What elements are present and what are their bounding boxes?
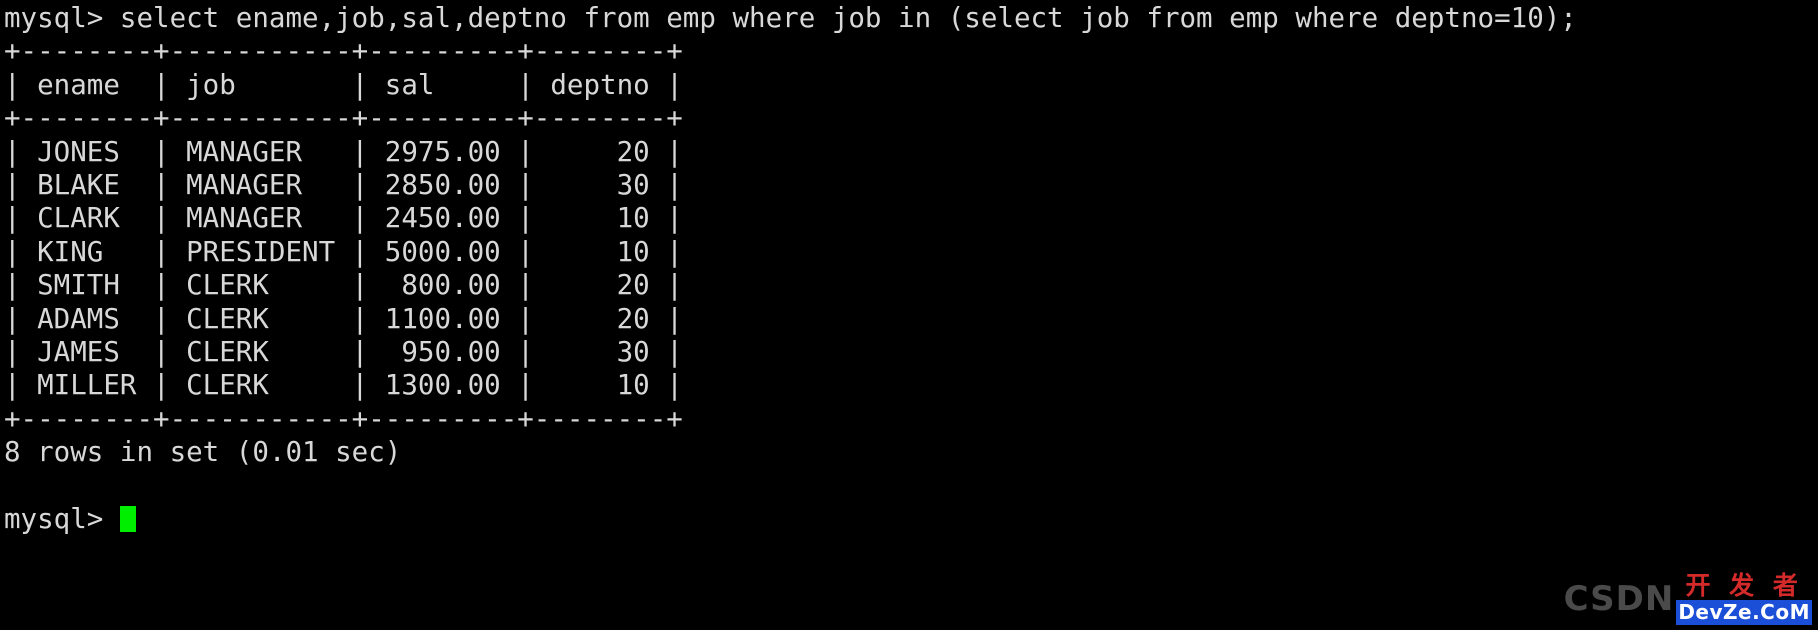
watermark-logo: 开 发 者 DevZe.CoM [1676, 571, 1812, 625]
table-row: | JONES | MANAGER | 2975.00 | 20 | [4, 135, 683, 168]
input-prompt-line[interactable]: mysql> [4, 503, 1818, 536]
table-separator-middle: +--------+-----------+---------+--------… [4, 102, 683, 135]
terminal-window[interactable]: mysql> select ename,job,sal,deptno from … [0, 0, 1818, 630]
table-row: | CLARK | MANAGER | 2450.00 | 10 | [4, 202, 683, 235]
table-row: | ADAMS | CLERK | 1100.00 | 20 | [4, 302, 683, 335]
watermark-english-text: DevZe.CoM [1676, 599, 1812, 625]
table-row: | KING | PRESIDENT | 5000.00 | 10 | [4, 235, 683, 268]
watermark-chinese-text: 开 发 者 [1685, 571, 1803, 601]
watermark: CSDN 开 发 者 DevZe.CoM [1564, 572, 1812, 626]
command-line: mysql> select ename,job,sal,deptno from … [4, 2, 1577, 34]
table-row: | BLAKE | MANAGER | 2850.00 | 30 | [4, 168, 683, 201]
table-separator-top: +--------+-----------+---------+--------… [4, 35, 683, 68]
table-row: | JAMES | CLERK | 950.00 | 30 | [4, 335, 683, 368]
table-header-row: | ename | job | sal | deptno | [4, 68, 683, 101]
text-cursor [119, 505, 136, 532]
status-line: 8 rows in set (0.01 sec) [4, 436, 402, 469]
table-row: | MILLER | CLERK | 1300.00 | 10 | [4, 369, 683, 402]
watermark-csdn-label: CSDN [1563, 579, 1675, 619]
prompt-label: mysql> [4, 502, 120, 535]
table-row: | SMITH | CLERK | 800.00 | 20 | [4, 269, 683, 302]
table-separator-bottom: +--------+-----------+---------+--------… [4, 402, 683, 435]
